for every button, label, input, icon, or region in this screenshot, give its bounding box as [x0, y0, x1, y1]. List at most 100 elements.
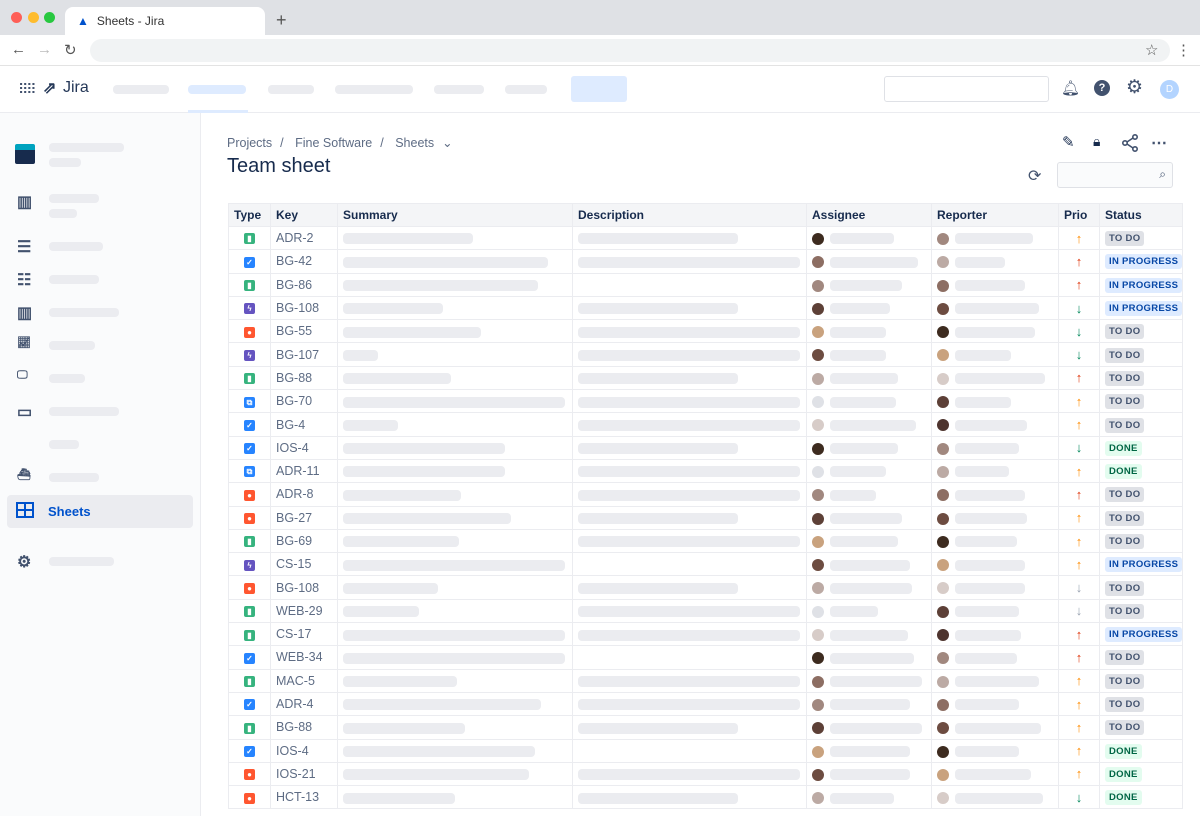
- issue-key[interactable]: CS-15: [270, 552, 338, 577]
- summary-cell[interactable]: [337, 249, 573, 274]
- sidebar-item[interactable]: ⛴︎: [7, 461, 193, 494]
- table-row[interactable]: ▮ MAC-5 ↑ TO DO: [228, 668, 1184, 693]
- priority-highest-icon[interactable]: ↑: [1058, 249, 1100, 274]
- description-cell[interactable]: [572, 365, 807, 391]
- priority-highest-icon[interactable]: ↑: [1058, 622, 1100, 647]
- table-row[interactable]: ▮ ADR-2 ↑ TO DO: [228, 225, 1184, 251]
- summary-cell[interactable]: [337, 458, 573, 484]
- assignee-cell[interactable]: [806, 738, 932, 763]
- summary-cell[interactable]: [337, 645, 573, 670]
- priority-highest-icon[interactable]: ↑: [1058, 645, 1100, 670]
- status-cell[interactable]: DONE: [1098, 458, 1184, 484]
- summary-cell[interactable]: [337, 365, 573, 391]
- description-cell[interactable]: [572, 225, 807, 251]
- reporter-cell[interactable]: [931, 738, 1059, 763]
- priority-low-icon[interactable]: ↓: [1058, 785, 1100, 810]
- priority-high-icon[interactable]: ↑: [1058, 225, 1100, 251]
- reporter-cell[interactable]: [931, 319, 1059, 344]
- priority-highest-icon[interactable]: ↑: [1058, 482, 1100, 507]
- nav-item[interactable]: [268, 85, 314, 94]
- column-header-reporter[interactable]: Reporter: [931, 203, 1059, 227]
- assignee-cell[interactable]: [806, 342, 932, 367]
- summary-cell[interactable]: [337, 622, 573, 647]
- column-header-prio[interactable]: Prio: [1058, 203, 1100, 227]
- status-cell[interactable]: TO DO: [1098, 575, 1184, 600]
- table-row[interactable]: ✓ IOS-4 ↓ DONE: [228, 435, 1184, 460]
- summary-cell[interactable]: [337, 505, 573, 530]
- reporter-cell[interactable]: [931, 691, 1059, 717]
- status-cell[interactable]: TO DO: [1098, 225, 1184, 251]
- issue-key[interactable]: BG-55: [270, 319, 338, 344]
- priority-highest-icon[interactable]: ↑: [1058, 272, 1100, 297]
- sidebar-item[interactable]: [7, 428, 193, 461]
- sidebar-item[interactable]: ☰: [7, 230, 193, 263]
- reporter-cell[interactable]: [931, 622, 1059, 647]
- status-cell[interactable]: TO DO: [1098, 691, 1184, 717]
- table-row[interactable]: ϟ CS-15 ↑ IN PROGRESS: [228, 552, 1184, 577]
- assignee-cell[interactable]: [806, 622, 932, 647]
- assignee-cell[interactable]: [806, 272, 932, 297]
- priority-high-icon[interactable]: ↑: [1058, 458, 1100, 484]
- sidebar-item[interactable]: ▭: [7, 395, 193, 428]
- reporter-cell[interactable]: [931, 342, 1059, 367]
- status-cell[interactable]: IN PROGRESS: [1098, 272, 1184, 297]
- sheet-search-input[interactable]: ⌕: [1057, 162, 1173, 188]
- summary-cell[interactable]: [337, 272, 573, 297]
- reload-icon[interactable]: ↻: [64, 41, 77, 59]
- assignee-cell[interactable]: [806, 225, 932, 251]
- description-cell[interactable]: [572, 691, 807, 717]
- priority-low-icon[interactable]: ↓: [1058, 435, 1100, 460]
- issue-key[interactable]: BG-108: [270, 295, 338, 321]
- summary-cell[interactable]: [337, 668, 573, 693]
- issue-key[interactable]: BG-42: [270, 249, 338, 274]
- priority-high-icon[interactable]: ↑: [1058, 412, 1100, 437]
- status-cell[interactable]: TO DO: [1098, 412, 1184, 437]
- description-cell[interactable]: [572, 622, 807, 647]
- nav-item[interactable]: [505, 85, 547, 94]
- status-cell[interactable]: IN PROGRESS: [1098, 622, 1184, 647]
- status-cell[interactable]: TO DO: [1098, 389, 1184, 414]
- assignee-cell[interactable]: [806, 668, 932, 693]
- priority-lowest-icon[interactable]: ↓: [1058, 575, 1100, 600]
- sidebar-item[interactable]: 📈︎: [7, 329, 193, 362]
- issue-key[interactable]: BG-69: [270, 528, 338, 554]
- breadcrumb-fine-software[interactable]: Fine Software: [295, 136, 372, 150]
- status-cell[interactable]: DONE: [1098, 785, 1184, 810]
- maximize-window-button[interactable]: [44, 12, 55, 23]
- assignee-cell[interactable]: [806, 458, 932, 484]
- issue-key[interactable]: BG-86: [270, 272, 338, 297]
- summary-cell[interactable]: [337, 715, 573, 740]
- assignee-cell[interactable]: [806, 575, 932, 600]
- reporter-cell[interactable]: [931, 225, 1059, 251]
- lock-icon[interactable]: 🔒︎: [1093, 133, 1100, 150]
- issue-key[interactable]: MAC-5: [270, 668, 338, 693]
- reporter-cell[interactable]: [931, 272, 1059, 297]
- summary-cell[interactable]: [337, 785, 573, 810]
- reporter-cell[interactable]: [931, 528, 1059, 554]
- issue-key[interactable]: IOS-4: [270, 738, 338, 763]
- table-row[interactable]: ⧉ ADR-11 ↑ DONE: [228, 458, 1184, 484]
- status-cell[interactable]: DONE: [1098, 761, 1184, 787]
- table-row[interactable]: ● BG-27 ↑ TO DO: [228, 505, 1184, 530]
- summary-cell[interactable]: [337, 342, 573, 367]
- description-cell[interactable]: [572, 785, 807, 810]
- priority-high-icon[interactable]: ↑: [1058, 668, 1100, 693]
- summary-cell[interactable]: [337, 225, 573, 251]
- summary-cell[interactable]: [337, 389, 573, 414]
- description-cell[interactable]: [572, 598, 807, 624]
- column-header-summary[interactable]: Summary: [337, 203, 573, 227]
- new-tab-button[interactable]: +: [276, 10, 287, 31]
- description-cell[interactable]: [572, 738, 807, 763]
- priority-low-icon[interactable]: ↓: [1058, 319, 1100, 344]
- summary-cell[interactable]: [337, 761, 573, 787]
- summary-cell[interactable]: [337, 691, 573, 717]
- reporter-cell[interactable]: [931, 249, 1059, 274]
- issue-key[interactable]: ADR-8: [270, 482, 338, 507]
- table-row[interactable]: ▮ BG-86 ↑ IN PROGRESS: [228, 272, 1184, 297]
- reporter-cell[interactable]: [931, 785, 1059, 810]
- status-cell[interactable]: TO DO: [1098, 505, 1184, 530]
- status-cell[interactable]: TO DO: [1098, 668, 1184, 693]
- priority-high-icon[interactable]: ↑: [1058, 552, 1100, 577]
- global-search-input[interactable]: [884, 76, 1049, 102]
- help-icon[interactable]: ?: [1094, 80, 1110, 96]
